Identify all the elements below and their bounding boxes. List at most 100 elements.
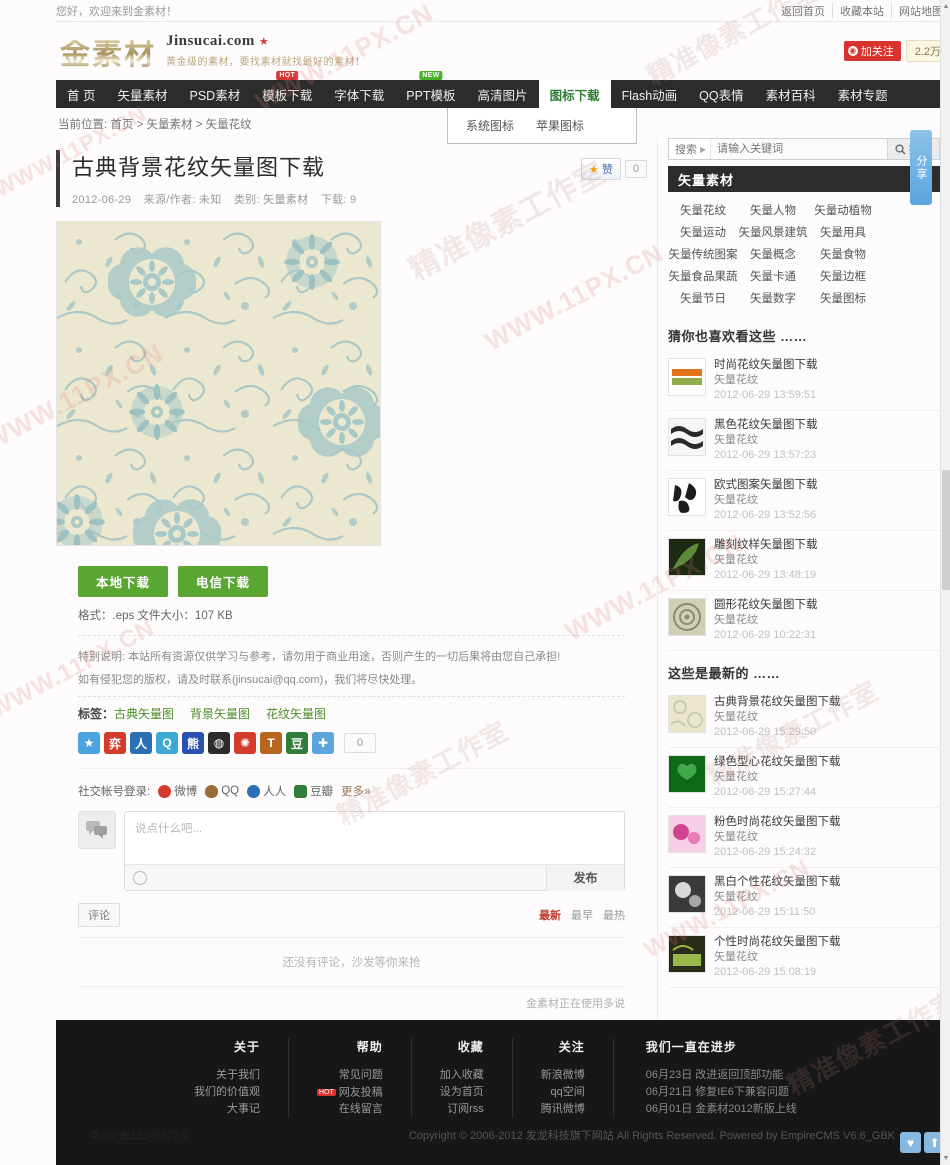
category-utensils[interactable]: 矢量用具 [808,222,878,244]
footer-link-tencent-weibo[interactable]: 腾讯微博 [541,1101,585,1118]
list-item[interactable]: 绿色型心花纹矢量图下载 矢量花纹 2012-06-29 15:27:44 [668,748,940,808]
local-download-button[interactable]: 本地下载 [78,566,169,597]
nav-item-hd-image[interactable]: 高清图片 [467,80,539,108]
breadcrumb-pattern[interactable]: 矢量花纹 [206,119,252,131]
breadcrumb-home[interactable]: 首页 [110,119,133,131]
list-item-title[interactable]: 古典背景花纹矢量图下载 [714,695,940,710]
tag-classic[interactable]: 古典矢量图 [114,707,174,721]
list-item-title[interactable]: 粉色时尚花纹矢量图下载 [714,815,940,830]
site-logo[interactable]: 金素材 [60,39,156,70]
category-animals-plants[interactable]: 矢量动植物 [808,200,878,222]
list-item[interactable]: 个性时尚花纹矢量图下载 矢量花纹 2012-06-29 15:08:19 [668,928,940,988]
more-share-icon[interactable]: ✚ [312,732,334,755]
footer-link-set-homepage[interactable]: 设为首页 [440,1084,484,1101]
list-item[interactable]: 粉色时尚花纹矢量图下载 矢量花纹 2012-06-29 15:24:32 [668,808,940,868]
brand-block[interactable]: 金素材 Jinsucai.com ★ 黄金级的素材，要找素材就找最好的素材！ [56,33,366,70]
social-login-renren[interactable]: 人人 [247,783,286,799]
list-item[interactable]: 欧式图案矢量图下载 矢量花纹 2012-06-29 13:52:56 [668,471,940,531]
qzone-icon[interactable]: Q [156,732,178,755]
social-login-qq[interactable]: QQ [205,784,239,798]
category-festivals[interactable]: 矢量节日 [668,288,738,310]
social-login-weibo[interactable]: 微博 [158,783,197,799]
list-item-title[interactable]: 黑色花纹矢量图下载 [714,418,940,433]
list-item-title[interactable]: 时尚花纹矢量图下载 [714,358,940,373]
category-icons[interactable]: 矢量图标 [808,288,878,310]
tag-background[interactable]: 背景矢量图 [190,707,250,721]
sina-weibo-icon[interactable]: 弈 [104,732,126,755]
category-borders[interactable]: 矢量边框 [808,266,878,288]
dropdown-item-apple-icons[interactable]: 苹果图标 [536,117,584,134]
footer-link-message[interactable]: 在线留言 [317,1101,383,1118]
category-people[interactable]: 矢量人物 [738,200,808,222]
footer-link-sina-weibo[interactable]: 新浪微博 [541,1067,585,1084]
footer-link-qzone[interactable]: qq空间 [541,1084,585,1101]
scroll-up-arrow-icon[interactable]: ▲ [942,2,950,11]
category-sports[interactable]: 矢量运动 [668,222,738,244]
list-item-title[interactable]: 绿色型心花纹矢量图下载 [714,755,940,770]
footer-link-about-us[interactable]: 关于我们 [194,1067,260,1084]
category-fruits-vegetables[interactable]: 矢量食品果蔬 [668,266,738,288]
search-input[interactable] [710,139,887,159]
social-login-douban[interactable]: 豆瓣 [294,783,333,799]
comment-box[interactable]: 说点什么吧... 发布 [124,811,625,892]
comment-input[interactable]: 说点什么吧... [125,812,624,864]
nav-item-home[interactable]: 首 页 [56,80,106,108]
footer-link-rss[interactable]: 订阅rss [440,1101,484,1118]
breadcrumb-vector[interactable]: 矢量素材 [147,119,193,131]
list-item-title[interactable]: 个性时尚花纹矢量图下载 [714,935,940,950]
dropdown-item-system-icons[interactable]: 系统图标 [466,117,514,134]
category-landscape-architecture[interactable]: 矢量风景建筑 [738,222,808,244]
list-item[interactable]: 圆形花纹矢量图下载 矢量花纹 2012-06-29 10:22:31 [668,591,940,651]
scrollbar-thumb[interactable] [942,470,950,590]
footer-link-add-favorite[interactable]: 加入收藏 [440,1067,484,1084]
kaixin-icon[interactable]: ✺ [234,732,256,755]
share-rail-button[interactable]: 分享 [910,130,932,205]
nav-item-icon-download[interactable]: 图标下载 [538,80,611,108]
category-traditional-patterns[interactable]: 矢量传统图案 [668,244,738,266]
list-item[interactable]: 黑白个性花纹矢量图下载 矢量花纹 2012-06-29 15:11:50 [668,868,940,928]
footer-link-values[interactable]: 我们的价值观 [194,1084,260,1101]
sort-hottest[interactable]: 最热 [603,907,625,923]
category-numbers[interactable]: 矢量数字 [738,288,808,310]
category-pattern[interactable]: 矢量花纹 [668,200,738,222]
scroll-down-arrow-icon[interactable]: ▼ [942,1154,950,1163]
nav-item-qq-emoji[interactable]: QQ表情 [688,80,754,108]
list-item[interactable]: 黑色花纹矢量图下载 矢量花纹 2012-06-29 13:57:23 [668,411,940,471]
category-concepts[interactable]: 矢量概念 [738,244,808,266]
top-link-home[interactable]: 返回首页 [774,3,832,19]
list-item[interactable]: 古典背景花纹矢量图下载 矢量花纹 2012-06-29 15:29:50 [668,688,940,748]
favorite-star-icon[interactable]: ★ [78,732,100,755]
category-cartoon[interactable]: 矢量卡通 [738,266,808,288]
nav-item-font[interactable]: 字体下载 [323,80,395,108]
renren-icon[interactable]: 人 [130,732,152,755]
nav-item-vector[interactable]: 矢量素材 [106,80,178,108]
nav-item-ppt[interactable]: NEW PPT模板 [395,71,466,108]
tag-pattern[interactable]: 花纹矢量图 [266,707,326,721]
nav-item-template[interactable]: HOT 模板下载 [251,71,323,108]
social-login-more[interactable]: 更多» [341,783,370,799]
list-item-title[interactable]: 黑白个性花纹矢量图下载 [714,875,940,890]
like-button[interactable]: ★ 赞 [581,158,621,180]
follow-button[interactable]: ◉ 加关注 [843,41,901,61]
douban-icon[interactable]: 豆 [286,732,308,755]
baidu-icon[interactable]: 熊 [182,732,204,755]
artwork-preview[interactable] [56,221,381,546]
list-item-title[interactable]: 欧式图案矢量图下载 [714,478,940,493]
footer-link-milestones[interactable]: 大事记 [194,1101,260,1118]
sort-newest[interactable]: 最新 [539,907,561,923]
list-item[interactable]: 时尚花纹矢量图下载 矢量花纹 2012-06-29 13:59:51 [668,351,940,411]
tianya-icon[interactable]: T [260,732,282,755]
nav-item-wiki[interactable]: 素材百科 [755,80,827,108]
nav-item-psd[interactable]: PSD素材 [179,80,252,108]
post-comment-button[interactable]: 发布 [546,864,624,891]
nav-item-special[interactable]: 素材专题 [827,80,899,108]
vertical-scrollbar[interactable]: ▲ ▼ [940,0,950,1165]
telecom-download-button[interactable]: 电信下载 [178,566,269,597]
list-item[interactable]: 雕刻纹样矢量图下载 矢量花纹 2012-06-29 13:48:19 [668,531,940,591]
footer-link-faq[interactable]: 常见问题 [317,1067,383,1084]
tab-comments[interactable]: 评论 [78,903,120,928]
favorite-heart-button[interactable]: ♥ [900,1132,921,1153]
nav-item-flash[interactable]: Flash动画 [611,80,689,108]
footer-link-submit[interactable]: HOT 网友投稿 [317,1084,383,1101]
list-item-title[interactable]: 圆形花纹矢量图下载 [714,598,940,613]
